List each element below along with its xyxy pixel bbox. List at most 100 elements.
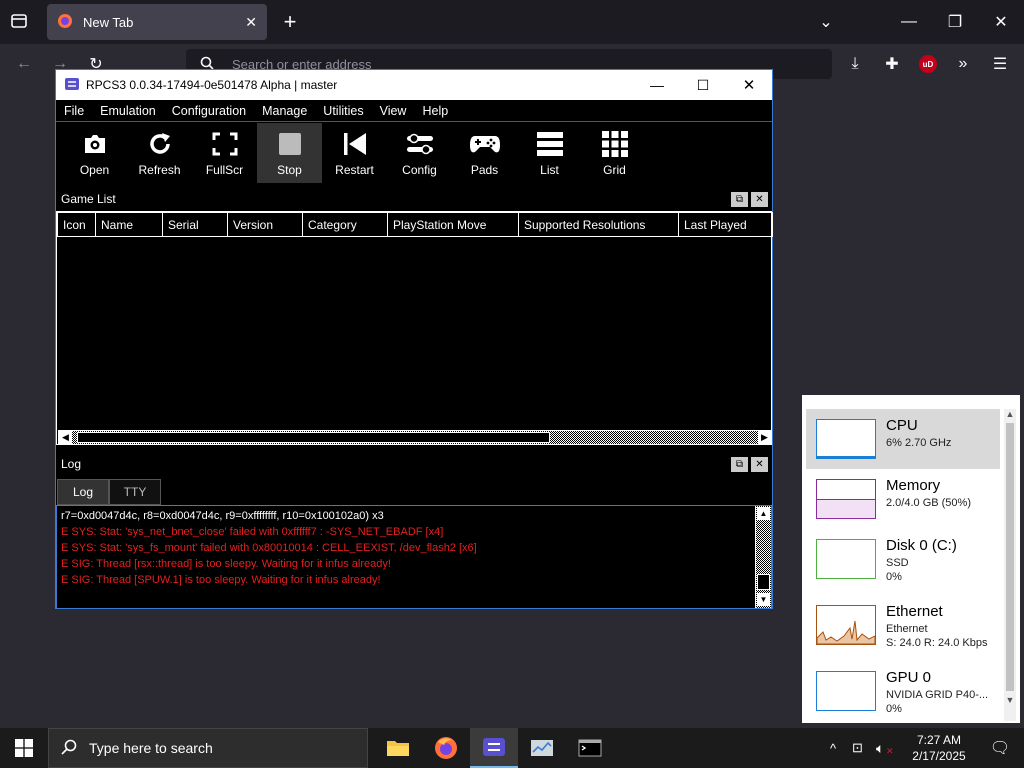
column-last-played[interactable]: Last Played	[678, 212, 773, 237]
perf-detail: 6% 2.70 GHz	[886, 437, 952, 449]
perf-item-memory[interactable]: Memory 2.0/4.0 GB (50%)	[806, 469, 1000, 529]
log-output[interactable]: r7=0xd0047d4c, r8=0xd0047d4c, r9=0xfffff…	[56, 505, 772, 609]
perf-scroll-thumb[interactable]	[1006, 423, 1014, 691]
log-tab-log[interactable]: Log	[57, 479, 109, 505]
game-list-table[interactable]: Icon Name Serial Version Category PlaySt…	[56, 211, 773, 445]
rpcs3-window: RPCS3 0.0.34-17494-0e501478 Alpha | mast…	[55, 69, 773, 609]
perf-scrollbar[interactable]: ▲ ▼	[1004, 409, 1016, 721]
scroll-down-icon[interactable]: ▼	[757, 593, 770, 606]
perf-scroll-down-icon[interactable]: ▼	[1004, 695, 1016, 705]
rpcs3-window-title: RPCS3 0.0.34-17494-0e501478 Alpha | mast…	[86, 78, 338, 92]
tab-overview-icon[interactable]	[10, 12, 28, 33]
column-icon[interactable]: Icon	[57, 212, 96, 237]
notifications-icon[interactable]: 🗨︎	[976, 738, 1024, 758]
list-tabs-icon[interactable]: ⌄	[812, 8, 840, 36]
taskbar-search-box[interactable]: Type here to search	[48, 728, 368, 768]
log-vertical-scrollbar[interactable]: ▲ ▼	[755, 506, 771, 608]
rpcs3-title-bar[interactable]: RPCS3 0.0.34-17494-0e501478 Alpha | mast…	[56, 70, 772, 100]
column-serial[interactable]: Serial	[162, 212, 228, 237]
taskbar-search-placeholder: Type here to search	[89, 740, 213, 756]
toolbar-list-label: List	[540, 163, 559, 177]
menu-utilities[interactable]: Utilities	[315, 104, 371, 118]
taskbar-task-manager-icon[interactable]	[518, 728, 566, 768]
rpcs3-maximize-icon[interactable]: ☐	[680, 77, 726, 94]
rpcs3-close-icon[interactable]: ✕	[726, 76, 772, 94]
column-version[interactable]: Version	[227, 212, 303, 237]
menu-configuration[interactable]: Configuration	[164, 104, 254, 118]
log-close-dock-icon[interactable]: ✕	[751, 457, 768, 472]
toolbar-restart-label: Restart	[335, 163, 374, 177]
log-float-dock-icon[interactable]: ⧉	[731, 457, 748, 472]
perf-item-gpu[interactable]: GPU 0 NVIDIA GRID P40-... 0%	[806, 661, 1000, 721]
performance-widget: CPU 6% 2.70 GHz Memory 2.0/4.0 GB (50%) …	[802, 395, 1020, 723]
game-list-header: Game List ⧉ ✕	[56, 188, 772, 210]
perf-item-ethernet[interactable]: Ethernet Ethernet S: 24.0 R: 24.0 Kbps	[806, 595, 1000, 655]
menu-file[interactable]: File	[56, 104, 92, 118]
perf-item-disk[interactable]: Disk 0 (C:) SSD 0%	[806, 529, 1000, 589]
overflow-icon[interactable]: »	[949, 50, 977, 78]
taskbar-firefox-icon[interactable]	[422, 728, 470, 768]
column-supported-resolutions[interactable]: Supported Resolutions	[518, 212, 679, 237]
game-list-horizontal-scrollbar[interactable]: ◀ ▶	[58, 430, 772, 445]
column-playstation-move[interactable]: PlayStation Move	[387, 212, 519, 237]
toolbar-fullscreen-button[interactable]: FullScr	[192, 123, 257, 183]
network-icon[interactable]: ⊡	[852, 740, 876, 756]
taskbar-terminal-icon[interactable]	[566, 728, 614, 768]
restore-icon[interactable]: ❐	[941, 8, 969, 36]
tab-new-tab[interactable]: New Tab ✕	[47, 4, 267, 40]
toolbar-grid-label: Grid	[603, 163, 626, 177]
column-category[interactable]: Category	[302, 212, 388, 237]
toolbar-list-button[interactable]: List	[517, 123, 582, 183]
close-tab-icon[interactable]: ✕	[245, 14, 257, 31]
menu-manage[interactable]: Manage	[254, 104, 315, 118]
camera-icon	[82, 131, 108, 157]
new-tab-icon[interactable]: +	[276, 8, 304, 36]
log-scroll-thumb[interactable]	[757, 574, 770, 590]
toolbar-grid-button[interactable]: Grid	[582, 123, 647, 183]
scroll-left-icon[interactable]: ◀	[59, 431, 72, 444]
menu-help[interactable]: Help	[414, 104, 456, 118]
back-icon[interactable]: ←	[10, 50, 38, 78]
toolbar-pads-label: Pads	[470, 163, 499, 177]
volume-muted-icon[interactable]: 🔈︎ ✕	[876, 740, 902, 757]
show-hidden-icons-icon[interactable]: ^	[830, 741, 852, 756]
perf-scroll-up-icon[interactable]: ▲	[1004, 409, 1016, 419]
toolbar-pads-button[interactable]: Pads	[452, 123, 517, 183]
minimize-icon[interactable]: —	[895, 8, 923, 36]
log-line: E SIG: Thread [SPUW.1] is too sleepy. Wa…	[61, 574, 381, 586]
taskbar-clock[interactable]: 7:27 AM 2/17/2025	[902, 732, 976, 764]
game-list-header-row: Icon Name Serial Version Category PlaySt…	[57, 212, 773, 237]
log-line: r7=0xd0047d4c, r8=0xd0047d4c, r9=0xfffff…	[61, 510, 384, 522]
perf-detail: 0%	[886, 703, 902, 715]
ublock-icon[interactable]: uD	[919, 55, 937, 73]
log-line: E SYS: Stat: 'sys_net_bnet_close' failed…	[61, 526, 444, 538]
rpcs3-minimize-icon[interactable]: —	[634, 77, 680, 93]
menu-emulation[interactable]: Emulation	[92, 104, 164, 118]
log-tab-tty[interactable]: TTY	[109, 479, 161, 505]
close-window-icon[interactable]: ✕	[987, 8, 1015, 36]
scroll-thumb[interactable]	[77, 432, 550, 443]
extensions-icon[interactable]: ✚	[878, 50, 906, 78]
toolbar-open-button[interactable]: Open	[62, 123, 127, 183]
toolbar-config-button[interactable]: Config	[387, 123, 452, 183]
toolbar-stop-button[interactable]: Stop	[257, 123, 322, 183]
float-dock-icon[interactable]: ⧉	[731, 192, 748, 207]
windows-start-icon[interactable]	[0, 728, 48, 768]
toolbar-restart-button[interactable]: Restart	[322, 123, 387, 183]
toolbar-refresh-button[interactable]: Refresh	[127, 123, 192, 183]
hamburger-menu-icon[interactable]: ☰	[986, 50, 1014, 78]
perf-item-cpu[interactable]: CPU 6% 2.70 GHz	[806, 409, 1000, 469]
scroll-up-icon[interactable]: ▲	[757, 507, 770, 520]
toolbar-config-label: Config	[402, 163, 437, 177]
perf-detail: 0%	[886, 571, 902, 583]
rpcs3-toolbar: Open Refresh FullScr Stop Restart Config…	[56, 123, 772, 185]
close-dock-icon[interactable]: ✕	[751, 192, 768, 207]
column-name[interactable]: Name	[95, 212, 163, 237]
downloads-icon[interactable]: ⤓	[841, 50, 869, 78]
scroll-right-icon[interactable]: ▶	[758, 431, 771, 444]
taskbar-rpcs3-icon[interactable]	[470, 728, 518, 768]
file-explorer-icon[interactable]	[374, 728, 422, 768]
log-title: Log	[61, 457, 82, 471]
ethernet-graph	[816, 605, 876, 645]
menu-view[interactable]: View	[372, 104, 415, 118]
